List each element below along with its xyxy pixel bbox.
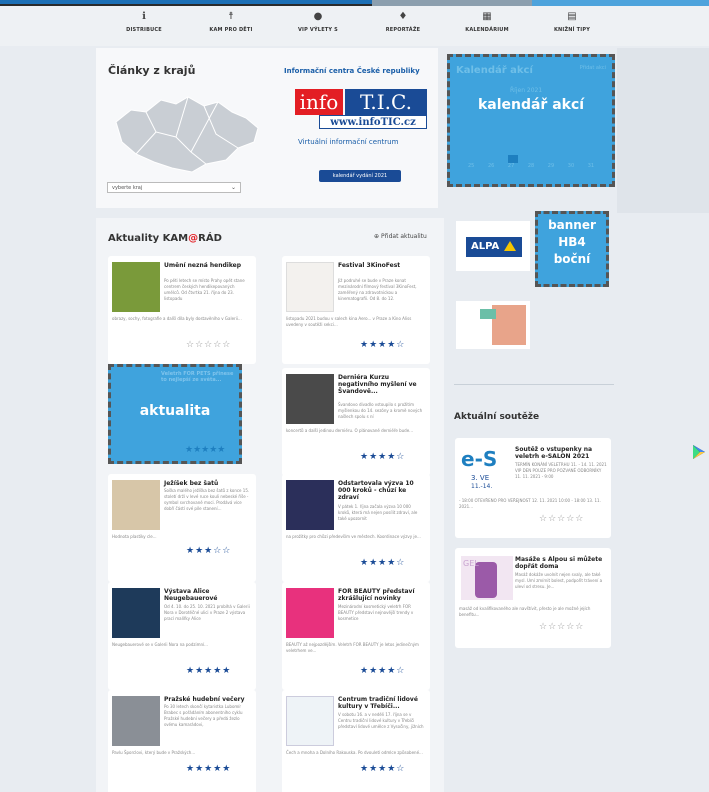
- news-thumbnail: [112, 480, 160, 530]
- regions-title: Články z krajů: [108, 64, 196, 77]
- calendar-overlay-label: kalendář akcí: [477, 97, 585, 113]
- background-photo-right: [617, 48, 709, 213]
- info-centers-title[interactable]: Informační centra České republiky: [284, 67, 420, 75]
- rating-stars[interactable]: ☆☆☆☆☆: [539, 622, 584, 632]
- competition-card[interactable]: e-S 3. VE 11.-14. Soutěž o vstupenky na …: [455, 438, 611, 538]
- add-event-link[interactable]: Přidat akci: [580, 65, 606, 71]
- nav-item-knizni-tipy[interactable]: ▤ KNIŽNÍ TIPY: [532, 11, 612, 34]
- rating-stars[interactable]: ★★★★☆: [360, 666, 405, 676]
- aktualita-ghost-title: Veletrh FOR PETS přinese to nejlepší ze …: [161, 371, 234, 383]
- calendar-month: Říjen 2021: [510, 87, 543, 94]
- rating-stars[interactable]: ★★★★★: [186, 764, 231, 774]
- esalon-logo-graphic: e-S 3. VE 11.-14.: [461, 447, 497, 490]
- 3kinofest-banner[interactable]: [456, 301, 530, 349]
- rating-stars[interactable]: ★★★★☆: [360, 558, 405, 568]
- czech-map[interactable]: [106, 92, 266, 177]
- news-thumbnail: [286, 374, 334, 424]
- nav-item-distribuce[interactable]: ℹ DISTRIBUCE: [104, 11, 184, 34]
- massage-gel-thumbnail: GEL: [461, 556, 513, 600]
- triangle-icon: [504, 241, 516, 251]
- calendar-days-row: 25 26 27 28 29 30 31: [468, 163, 595, 169]
- rating-stars[interactable]: ☆☆☆☆☆: [539, 514, 584, 524]
- massage-gel-graphic: GEL: [463, 559, 497, 598]
- rating-stars[interactable]: ★★★★☆: [360, 452, 405, 462]
- google-play-icon[interactable]: [692, 444, 706, 460]
- nav-item-reportaze[interactable]: ♦ REPORTÁŽE: [363, 11, 443, 34]
- rating-stars[interactable]: ★★★★★: [186, 666, 231, 676]
- hb4-side-banner[interactable]: banner HB4 boční: [535, 211, 609, 287]
- news-card[interactable]: Centrum tradiční lidové kultury v Třebíč…: [282, 690, 430, 792]
- news-thumbnail: [286, 262, 334, 312]
- svg-text:11.-14.: 11.-14.: [471, 483, 492, 490]
- plus-icon: ⊕: [374, 233, 381, 240]
- aktualita-placeholder[interactable]: Veletrh FOR PETS přinese to nejlepší ze …: [108, 364, 242, 464]
- info-centers-subtitle: Virtuální informační centrum: [298, 138, 399, 146]
- svg-text:GEL: GEL: [463, 559, 479, 568]
- news-card[interactable]: Festival 3KinoFest Již podruhé se bude v…: [282, 256, 430, 364]
- rating-stars[interactable]: ★★★★☆: [360, 764, 405, 774]
- rating-stars: ★★★★★: [185, 445, 226, 455]
- nav-item-kam-pro-deti[interactable]: ☨ KAM PRO DĚTI: [191, 11, 271, 34]
- rating-stars[interactable]: ★★★★☆: [360, 340, 405, 350]
- calendar-release-button[interactable]: kalendář vydání 2021: [319, 170, 401, 182]
- add-news-link[interactable]: ⊕ Přidat aktualitu: [374, 233, 427, 240]
- news-thumbnail: [286, 480, 334, 530]
- calendar-today-marker: [508, 155, 518, 163]
- person-icon: ●: [313, 11, 323, 22]
- calendar-heading: Kalendář akcí: [456, 65, 533, 76]
- esalon-logo: e-S 3. VE 11.-14.: [461, 446, 513, 490]
- main-navigation: ℹ DISTRIBUCE ☨ KAM PRO DĚTI ● VIP VÝLETY…: [0, 6, 709, 46]
- alpa-logo: ALPA: [466, 237, 522, 257]
- nav-item-kalendarium[interactable]: ▦ KALENDÁRIUM: [447, 11, 527, 34]
- right-divider: [454, 384, 614, 385]
- child-icon: ☨: [228, 11, 234, 22]
- news-card[interactable]: Ježíšek bez šatů Soška malého ježíška be…: [108, 474, 256, 582]
- news-card[interactable]: Odstartovala výzva 10 000 kroků - chůzí …: [282, 474, 430, 582]
- news-card[interactable]: Umění nezná hendikep Po pěti letech se m…: [108, 256, 256, 364]
- news-card[interactable]: Derniéra Kurzu negativního myšlení ve Šv…: [282, 368, 430, 476]
- news-card[interactable]: Pražské hudební večery Po 30 letech skon…: [108, 690, 256, 792]
- book-icon: ▤: [567, 11, 577, 22]
- news-title: Aktuality KAM@RÁD: [108, 233, 222, 244]
- svg-text:3. VE: 3. VE: [471, 474, 489, 482]
- news-card[interactable]: FOR BEAUTY představí zkrášlující novinky…: [282, 582, 430, 690]
- nav-item-vip-vylety[interactable]: ● VIP VÝLETY S: [278, 11, 358, 34]
- competitions-title: Aktuální soutěže: [454, 412, 540, 422]
- calendar-icon: ▦: [482, 11, 492, 22]
- news-thumbnail: [286, 588, 334, 638]
- microphone-icon: ♦: [398, 11, 408, 22]
- chevron-down-icon: ⌄: [230, 184, 236, 191]
- news-thumbnail: [112, 696, 160, 746]
- news-card[interactable]: Výstava Alice Neugebauerové Od 4. 10. do…: [108, 582, 256, 690]
- events-calendar[interactable]: Kalendář akcí Přidat akci Říjen 2021 kal…: [447, 54, 615, 187]
- news-thumbnail: [112, 262, 160, 312]
- rating-stars[interactable]: ☆☆☆☆☆: [186, 340, 231, 350]
- rating-stars[interactable]: ★★★☆☆: [186, 546, 231, 556]
- infotic-logo[interactable]: info T.I.C. www.infoTIC.cz: [295, 89, 427, 131]
- info-icon: ℹ: [142, 11, 146, 22]
- region-select[interactable]: vyberte kraj ⌄: [107, 182, 241, 193]
- alpa-banner[interactable]: ALPA: [456, 221, 530, 271]
- aktualita-label: aktualita: [139, 403, 211, 419]
- competition-card[interactable]: GEL Masáže s Alpou si můžete dopřát doma…: [455, 548, 611, 648]
- news-thumbnail: [112, 588, 160, 638]
- news-thumbnail: [286, 696, 334, 746]
- svg-text:e-S: e-S: [461, 447, 497, 471]
- 3kinofest-graphic: [456, 301, 530, 349]
